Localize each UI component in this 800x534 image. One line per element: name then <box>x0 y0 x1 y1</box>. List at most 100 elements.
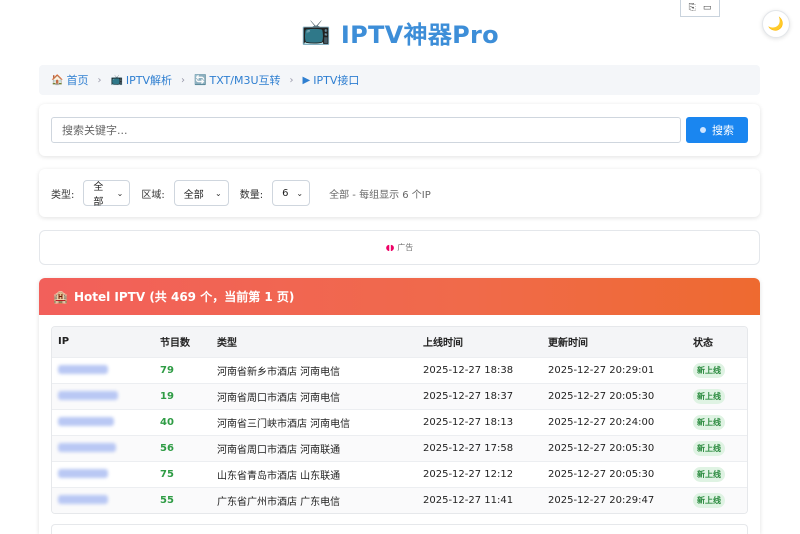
breadcrumb-label: IPTV解析 <box>125 74 173 87</box>
channel-count: 55 <box>154 486 211 513</box>
results-table: IP 节目数 类型 上线时间 更新时间 状态 79 河南省新乡市酒店 河南电信 20… <box>51 326 748 514</box>
column-header-count[interactable]: 节目数 <box>154 327 211 357</box>
type-cell: 广东省广州市酒店 广东电信 <box>211 486 417 513</box>
table-row[interactable]: 40 河南省三门峡市酒店 河南电信 2025-12-27 18:13 2025-12-… <box>52 408 747 435</box>
type-cell: 山东省青岛市酒店 山东联通 <box>211 460 417 487</box>
type-cell: 河南省三门峡市酒店 河南电信 <box>211 408 417 435</box>
status-cell: 新上线 <box>687 408 747 435</box>
breadcrumb-iptv-parse[interactable]: 📺 IPTV解析 <box>110 72 172 88</box>
results-header: 🏨 Hotel IPTV (共 469 个，当前第 1 页) <box>39 278 760 315</box>
search-icon <box>700 127 706 133</box>
ip-cell[interactable] <box>52 486 154 513</box>
online-time: 2025-12-27 18:13 <box>417 408 542 435</box>
ad-label: 广告 <box>397 243 414 252</box>
table-row[interactable]: 79 河南省新乡市酒店 河南电信 2025-12-27 18:38 2025-12-2… <box>52 356 747 383</box>
table-row[interactable]: 55 广东省广州市酒店 广东电信 2025-12-27 11:41 2025-12-2… <box>52 486 747 513</box>
column-header-updated[interactable]: 更新时间 <box>542 327 687 357</box>
online-time: 2025-12-27 17:58 <box>417 434 542 461</box>
type-filter-label: 类型: <box>51 189 75 201</box>
search-button[interactable]: 搜索 <box>686 117 748 143</box>
search-card: 搜索 <box>39 104 760 156</box>
updated-time: 2025-12-27 20:05:30 <box>542 382 687 409</box>
status-badge: 新上线 <box>693 388 725 404</box>
ip-cell[interactable] <box>52 408 154 435</box>
status-badge: 新上线 <box>693 492 725 508</box>
region-filter-label: 区域: <box>141 189 165 201</box>
status-cell: 新上线 <box>687 460 747 487</box>
results-footer <box>51 524 748 534</box>
table-row[interactable]: 19 河南省周口市酒店 河南电信 2025-12-27 18:37 2025-12-2… <box>52 382 747 409</box>
ip-link[interactable] <box>58 443 116 452</box>
filter-card: 类型: 全部 ⌄ 区域: 全部 ⌄ 数量: 6 ⌄ 全部 - 每组显示 6 个I… <box>39 169 760 217</box>
home-icon: 🏠 <box>51 74 64 86</box>
ad-banner[interactable]: ◖◗ 广告 <box>39 230 760 265</box>
breadcrumb-iptv-api[interactable]: ▶ IPTV接口 <box>303 72 360 88</box>
breadcrumb-txt-m3u[interactable]: 🔄 TXT/M3U互转 <box>194 72 280 88</box>
results-title: Hotel IPTV (共 469 个，当前第 1 页) <box>73 290 295 304</box>
results-panel: 🏨 Hotel IPTV (共 469 个，当前第 1 页) IP 节目数 类型… <box>39 278 760 534</box>
status-badge: 新上线 <box>693 362 725 378</box>
online-time: 2025-12-27 18:37 <box>417 382 542 409</box>
updated-time: 2025-12-27 20:29:47 <box>542 486 687 513</box>
updated-time: 2025-12-27 20:29:01 <box>542 356 687 383</box>
channel-count: 75 <box>154 460 211 487</box>
column-header-type[interactable]: 类型 <box>211 327 417 357</box>
breadcrumb-home[interactable]: 🏠 首页 <box>51 72 88 88</box>
count-select-value: 6 <box>282 187 289 199</box>
ip-cell[interactable] <box>52 460 154 487</box>
ip-link[interactable] <box>58 391 118 400</box>
page: ⎘ ▭ 🌙 📺 IPTV神器Pro 🏠 首页 › 📺 IPTV解析 › 🔄 TX… <box>0 0 800 534</box>
tv-icon: 📺 <box>301 18 331 46</box>
type-cell: 河南省周口市酒店 河南电信 <box>211 382 417 409</box>
ip-link[interactable] <box>58 495 108 505</box>
breadcrumb-separator: › <box>289 74 294 86</box>
column-header-status[interactable]: 状态 <box>687 327 747 357</box>
table-row[interactable]: 75 山东省青岛市酒店 山东联通 2025-12-27 12:12 2025-12-2… <box>52 460 747 487</box>
search-button-label: 搜索 <box>712 124 734 137</box>
chevron-down-icon: ⌄ <box>296 188 304 198</box>
status-badge: 新上线 <box>693 414 725 430</box>
type-cell: 河南省周口市酒店 河南联通 <box>211 434 417 461</box>
count-select[interactable]: 6 ⌄ <box>272 180 311 206</box>
table-row[interactable]: 56 河南省周口市酒店 河南联通 2025-12-27 17:58 2025-12-2… <box>52 434 747 461</box>
status-cell: 新上线 <box>687 434 747 461</box>
type-select[interactable]: 全部 ⌄ <box>83 180 131 208</box>
table-header-row: IP 节目数 类型 上线时间 更新时间 状态 <box>52 327 747 357</box>
online-time: 2025-12-27 12:12 <box>417 460 542 487</box>
region-select[interactable]: 全部 ⌄ <box>173 180 229 206</box>
hotel-icon: 🏨 <box>53 289 68 304</box>
online-time: 2025-12-27 18:38 <box>417 356 542 383</box>
monitor-icon[interactable]: ▭ <box>703 3 712 13</box>
breadcrumb: 🏠 首页 › 📺 IPTV解析 › 🔄 TXT/M3U互转 › ▶ IPTV接口 <box>39 65 760 95</box>
ip-link[interactable] <box>58 469 108 478</box>
type-select-value: 全部 <box>93 182 104 208</box>
status-badge: 新上线 <box>693 440 725 456</box>
search-input[interactable] <box>51 117 681 143</box>
column-header-online[interactable]: 上线时间 <box>417 327 542 357</box>
breadcrumb-label: IPTV接口 <box>313 74 360 87</box>
column-header-ip[interactable]: IP <box>52 327 154 357</box>
ip-cell[interactable] <box>52 434 154 461</box>
ip-link[interactable] <box>58 417 114 426</box>
count-filter-label: 数量: <box>239 189 264 201</box>
updated-time: 2025-12-27 20:05:30 <box>542 460 687 487</box>
type-cell: 河南省新乡市酒店 河南电信 <box>211 356 417 383</box>
breadcrumb-label: 首页 <box>66 74 89 87</box>
clipboard-icon[interactable]: ⎘ <box>689 3 696 13</box>
ip-cell[interactable] <box>52 356 154 383</box>
page-header: 📺 IPTV神器Pro <box>0 14 800 50</box>
ip-cell[interactable] <box>52 382 154 409</box>
online-time: 2025-12-27 11:41 <box>417 486 542 513</box>
status-cell: 新上线 <box>687 486 747 513</box>
breadcrumb-separator: › <box>97 74 102 86</box>
status-cell: 新上线 <box>687 382 747 409</box>
region-select-value: 全部 <box>183 189 204 201</box>
play-icon: ▶ <box>302 74 311 86</box>
updated-time: 2025-12-27 20:05:30 <box>542 434 687 461</box>
channel-count: 19 <box>154 382 211 409</box>
status-cell: 新上线 <box>687 356 747 383</box>
ip-link[interactable] <box>58 365 108 374</box>
tv-icon: 📺 <box>110 74 123 86</box>
page-title: IPTV神器Pro <box>340 20 499 49</box>
channel-count: 79 <box>154 356 211 383</box>
